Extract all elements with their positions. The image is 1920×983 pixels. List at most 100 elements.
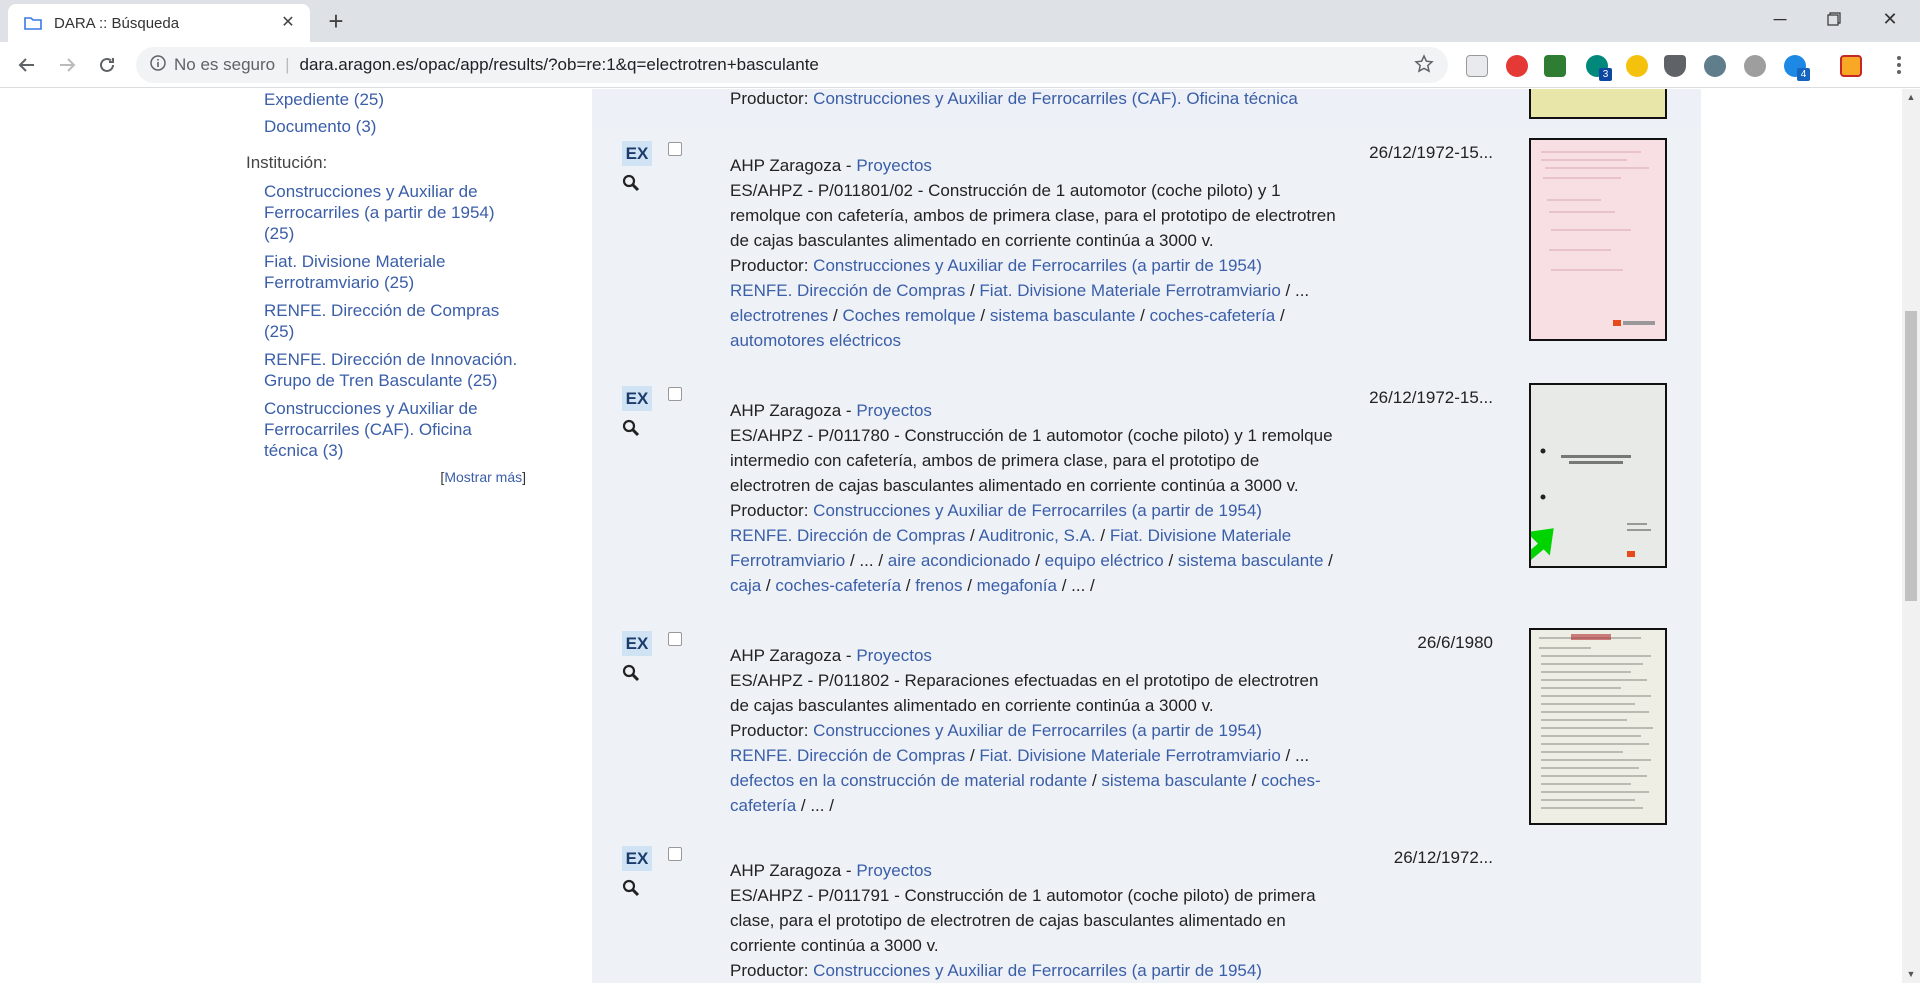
section-link[interactable]: Proyectos: [856, 861, 932, 880]
result-thumbnail[interactable]: [1529, 138, 1667, 341]
separator: /: [1246, 771, 1262, 790]
producer-link[interactable]: Construcciones y Auxiliar de Ferrocarril…: [813, 501, 1262, 520]
facet-institution-caf-1954[interactable]: Construcciones y Auxiliar de Ferrocarril…: [264, 181, 526, 244]
section-link[interactable]: Proyectos: [856, 646, 932, 665]
subject-link[interactable]: coches-cafetería: [1150, 306, 1276, 325]
back-arrow-icon[interactable]: [12, 50, 42, 80]
producer-link[interactable]: Construcciones y Auxiliar de Ferrocarril…: [813, 89, 1298, 108]
facet-institution-fiat[interactable]: Fiat. Divisione Materiale Ferrotramviari…: [264, 251, 526, 293]
magnifier-icon[interactable]: [622, 174, 642, 194]
browser-tab-strip: DARA :: Búsqueda ✕ + ─ ✕: [0, 0, 1920, 42]
magnifier-icon[interactable]: [622, 419, 642, 439]
result-thumbnail[interactable]: [1529, 383, 1667, 568]
related-entities: RENFE. Dirección de Compras / Fiat. Divi…: [730, 743, 1340, 768]
new-tab-button[interactable]: +: [322, 8, 350, 36]
result-select-checkbox[interactable]: [668, 632, 682, 646]
close-window-icon[interactable]: ✕: [1862, 0, 1918, 38]
ellipsis: ...: [859, 551, 874, 570]
separator: /: [1323, 551, 1333, 570]
cube-extension-icon[interactable]: 3: [1586, 55, 1612, 81]
entity-link[interactable]: Auditronic, S.A.: [978, 526, 1095, 545]
result-row: EX AHP Zaragoza - Proyectos ES/AHPZ - P/…: [592, 374, 1701, 619]
show-more-link[interactable]: Mostrar más: [444, 469, 522, 485]
subject-link[interactable]: megafonía: [977, 576, 1057, 595]
page-viewport: Expediente (25) Documento (3) Institució…: [0, 89, 1902, 983]
scroll-up-arrow-icon[interactable]: ▲: [1902, 89, 1920, 106]
result-select-checkbox[interactable]: [668, 387, 682, 401]
subject-link[interactable]: sistema basculante: [990, 306, 1136, 325]
section-link[interactable]: Proyectos: [856, 156, 932, 175]
shield-extension-icon[interactable]: [1506, 55, 1528, 77]
separator: /: [1275, 306, 1285, 325]
facet-institution-renfe-compras[interactable]: RENFE. Dirección de Compras (25): [264, 300, 526, 342]
info-icon[interactable]: [150, 54, 166, 76]
entity-link[interactable]: Fiat. Divisione Materiale Ferrotramviari…: [979, 281, 1280, 300]
dash: -: [889, 426, 905, 445]
page-scrollbar[interactable]: ▲ ▼: [1902, 89, 1920, 983]
entity-link[interactable]: RENFE. Dirección de Compras: [730, 746, 965, 765]
scroll-down-arrow-icon[interactable]: ▼: [1902, 966, 1920, 983]
archive-name: AHP Zaragoza: [730, 646, 842, 665]
producer-label: Productor:: [730, 721, 809, 740]
subject-link[interactable]: electrotrenes: [730, 306, 828, 325]
address-bar[interactable]: No es seguro | dara.aragon.es/opac/app/r…: [136, 47, 1448, 83]
producer-link[interactable]: Construcciones y Auxiliar de Ferrocarril…: [813, 961, 1262, 980]
producer-link[interactable]: Construcciones y Auxiliar de Ferrocarril…: [813, 256, 1262, 275]
forward-arrow-icon[interactable]: [52, 50, 82, 80]
result-description: ES/AHPZ - P/011802 - Reparaciones efectu…: [730, 668, 1340, 718]
hand-extension-icon[interactable]: [1626, 55, 1648, 77]
result-thumbnail[interactable]: [1529, 628, 1667, 825]
subject-link[interactable]: aire acondicionado: [888, 551, 1031, 570]
bookmark-star-icon[interactable]: [1414, 54, 1434, 79]
result-select-checkbox[interactable]: [668, 847, 682, 861]
subject-link[interactable]: caja: [730, 576, 761, 595]
facet-type-documento[interactable]: Documento (3): [264, 116, 526, 137]
entity-link[interactable]: RENFE. Dirección de Compras: [730, 281, 965, 300]
separator: /: [901, 576, 916, 595]
browser-menu-icon[interactable]: [1896, 55, 1902, 75]
section-link[interactable]: Proyectos: [856, 401, 932, 420]
profile-avatar-icon[interactable]: [1840, 55, 1862, 77]
magnifier-icon[interactable]: [622, 664, 642, 684]
result-thumbnail[interactable]: [1529, 89, 1667, 119]
minimize-icon[interactable]: ─: [1752, 0, 1808, 38]
restore-icon[interactable]: [1806, 0, 1862, 38]
bird-extension-icon[interactable]: [1704, 55, 1726, 77]
result-date: 26/12/1972-15...: [1369, 143, 1493, 162]
url-text[interactable]: dara.aragon.es/opac/app/results/?ob=re:1…: [300, 55, 819, 75]
separator: /: [1030, 551, 1045, 570]
tab-title: DARA :: Búsqueda: [54, 14, 180, 32]
facet-institution-renfe-innovacion[interactable]: RENFE. Dirección de Innovación. Grupo de…: [264, 349, 526, 391]
ublock-shield-icon[interactable]: [1664, 55, 1686, 77]
subject-link[interactable]: equipo eléctrico: [1045, 551, 1164, 570]
subject-link[interactable]: defectos en la construcción de material …: [730, 771, 1087, 790]
reload-icon[interactable]: [92, 50, 122, 80]
separator: /: [965, 526, 979, 545]
result-description: ES/AHPZ - P/011801/02 - Construcción de …: [730, 178, 1340, 253]
circle-extension-icon[interactable]: [1744, 55, 1766, 77]
magnifier-icon[interactable]: [622, 879, 642, 899]
subject-link[interactable]: Coches remolque: [842, 306, 975, 325]
facet-type-expediente[interactable]: Expediente (25): [264, 89, 526, 110]
robot-extension-icon[interactable]: [1544, 55, 1566, 77]
entity-link[interactable]: RENFE. Dirección de Compras: [730, 526, 965, 545]
subject-link[interactable]: coches-cafetería: [775, 576, 901, 595]
close-tab-icon[interactable]: ✕: [278, 13, 298, 33]
result-select-checkbox[interactable]: [668, 142, 682, 156]
subject-link[interactable]: sistema basculante: [1101, 771, 1247, 790]
ellipsis: ...: [1294, 281, 1310, 300]
scrollbar-thumb[interactable]: [1905, 311, 1917, 601]
document-extension-icon[interactable]: [1466, 55, 1488, 77]
result-code: ES/AHPZ - P/011801/02: [730, 181, 914, 200]
subject-link[interactable]: frenos: [915, 576, 962, 595]
subject-link[interactable]: sistema basculante: [1178, 551, 1324, 570]
result-type-badge: EX: [622, 141, 652, 166]
producer-link[interactable]: Construcciones y Auxiliar de Ferrocarril…: [813, 721, 1262, 740]
facet-institution-caf-oficina[interactable]: Construcciones y Auxiliar de Ferrocarril…: [264, 398, 526, 461]
result-row: EX AHP Zaragoza - Proyectos ES/AHPZ - P/…: [592, 619, 1701, 834]
entity-link[interactable]: Fiat. Divisione Materiale Ferrotramviari…: [979, 746, 1280, 765]
browser-tab[interactable]: DARA :: Búsqueda ✕: [8, 4, 310, 42]
result-date: 26/12/1972...: [1393, 848, 1493, 867]
globe-extension-icon[interactable]: 4: [1784, 55, 1810, 81]
subject-link[interactable]: automotores eléctricos: [730, 331, 901, 350]
